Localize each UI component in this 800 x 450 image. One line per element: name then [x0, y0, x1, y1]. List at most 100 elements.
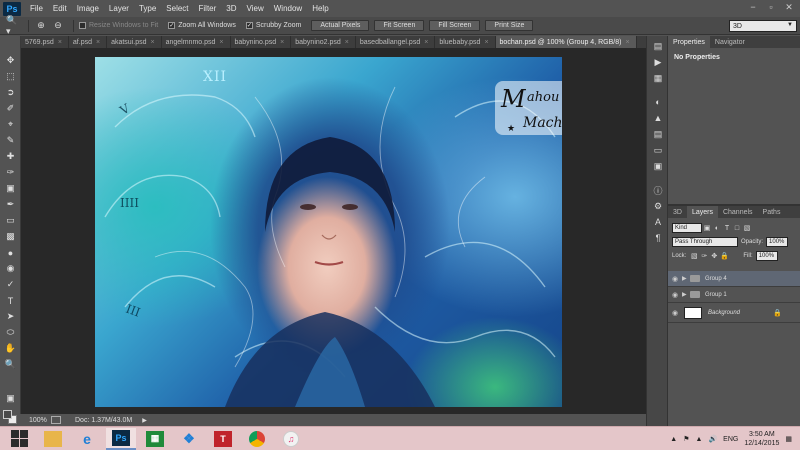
brush-tool-icon[interactable]: ✑ — [3, 166, 18, 179]
close-icon[interactable]: × — [484, 39, 488, 46]
close-icon[interactable]: × — [151, 39, 155, 46]
notifications-icon[interactable]: ▦ — [785, 435, 792, 443]
character-icon[interactable]: A — [651, 216, 665, 228]
chevron-right-icon[interactable]: ▶ — [142, 417, 147, 424]
foreground-color-swatch[interactable] — [3, 410, 12, 419]
tab-channels[interactable]: Channels — [718, 206, 758, 218]
file-explorer-taskbar-button[interactable] — [38, 428, 68, 450]
itunes-taskbar-button[interactable]: ♫ — [276, 428, 306, 450]
play-action-icon[interactable]: ▶ — [651, 56, 665, 68]
fill-input[interactable]: 100% — [755, 251, 778, 261]
clock[interactable]: 3:50 AM 12/14/2015 — [744, 430, 779, 448]
menu-select[interactable]: Select — [161, 4, 193, 13]
tab-paths[interactable]: Paths — [758, 206, 786, 218]
zoom-all-windows-checkbox[interactable]: ✓ Zoom All Windows — [168, 22, 236, 29]
print-size-button[interactable]: Print Size — [485, 20, 534, 31]
fit-screen-button[interactable]: Fit Screen — [374, 20, 425, 31]
type-tool-icon[interactable]: T — [3, 294, 18, 307]
zoom-in-icon[interactable]: ⊕ — [34, 20, 48, 32]
tab-af[interactable]: af.psd × — [69, 36, 108, 48]
lock-pixels-icon[interactable]: ✑ — [699, 252, 709, 260]
menu-window[interactable]: Window — [269, 4, 307, 13]
close-icon[interactable]: × — [96, 39, 100, 46]
photoshop-taskbar-button[interactable]: Ps — [106, 427, 136, 450]
close-icon[interactable]: × — [625, 39, 629, 46]
workspace-select[interactable]: 3D ▼ — [729, 20, 797, 32]
tab-layers[interactable]: Layers — [686, 206, 718, 218]
fill-screen-button[interactable]: Fill Screen — [429, 20, 481, 31]
lasso-tool-icon[interactable]: ➲ — [3, 86, 18, 99]
spreadsheet-taskbar-button[interactable]: ▦ — [140, 428, 170, 450]
zoom-level[interactable]: 100% — [29, 417, 51, 424]
tab-babynino[interactable]: babynino.psd × — [231, 36, 292, 48]
gradient-tool-icon[interactable]: ▩ — [3, 230, 18, 243]
chrome-taskbar-button[interactable] — [242, 428, 272, 450]
adjustment-filter-icon[interactable]: ◐ — [712, 225, 722, 232]
type-filter-icon[interactable]: T — [722, 225, 732, 232]
quick-select-tool-icon[interactable]: ✐ — [3, 102, 18, 115]
info-icon[interactable]: ⓘ — [651, 184, 665, 196]
close-icon[interactable]: × — [58, 39, 62, 46]
scrubby-zoom-checkbox[interactable]: ✓ Scrubby Zoom — [245, 22, 301, 29]
clone-stamp-tool-icon[interactable]: ▣ — [3, 182, 18, 195]
zoom-tool-icon[interactable]: 🔍▾ — [6, 15, 20, 36]
styles-icon[interactable]: ▲ — [651, 112, 665, 124]
actual-pixels-button[interactable]: Actual Pixels — [311, 20, 370, 31]
close-icon[interactable]: × — [345, 39, 349, 46]
shape-tool-icon[interactable]: ⬭ — [3, 326, 18, 339]
eyedropper-tool-icon[interactable]: ✎ — [3, 134, 18, 147]
crop-tool-icon[interactable]: ⌖ — [3, 118, 18, 131]
tab-bochan[interactable]: bochan.psd @ 100% (Group 4, RGB/8) × — [495, 36, 637, 48]
move-tool-icon[interactable]: ✥ — [3, 54, 18, 67]
layer-row-group-4[interactable]: ◉ ▶ Group 4 — [668, 271, 800, 287]
menu-edit[interactable]: Edit — [48, 4, 72, 13]
network-icon[interactable]: ▲ — [696, 436, 703, 443]
tab-angelmnmo[interactable]: angelmnmo.psd × — [162, 36, 231, 48]
tab-babynino2[interactable]: babynino2.psd × — [291, 36, 356, 48]
menu-layer[interactable]: Layer — [104, 4, 134, 13]
tab-akatsui[interactable]: akatsui.psd × — [107, 36, 162, 48]
language-indicator[interactable]: ENG — [723, 436, 738, 443]
chevron-up-icon[interactable]: ▲ — [670, 436, 677, 443]
volume-icon[interactable]: 🔊 — [708, 435, 717, 443]
opacity-input[interactable]: 100% — [766, 237, 789, 247]
document-canvas[interactable]: V IIII III XII M ahou Machine ★ ★ — [95, 57, 562, 407]
layer-row-background[interactable]: ◉ Background 🔒 — [668, 303, 800, 323]
color-icon[interactable]: ⚙ — [651, 200, 665, 212]
expand-triangle-icon[interactable]: ▶ — [682, 275, 690, 282]
minimize-button[interactable]: − — [744, 0, 762, 14]
menu-type[interactable]: Type — [134, 4, 161, 13]
adjustments-icon[interactable]: ◐ — [651, 96, 665, 108]
maximize-button[interactable]: ▫ — [762, 0, 780, 14]
zoom-tool-icon[interactable]: 🔍 — [3, 358, 18, 371]
dodge-tool-icon[interactable]: ◉ — [3, 262, 18, 275]
eye-icon[interactable]: ◉ — [668, 275, 682, 283]
tsuru-taskbar-button[interactable]: T — [208, 428, 238, 450]
eye-icon[interactable]: ◉ — [668, 309, 682, 317]
lock-position-icon[interactable]: ✥ — [709, 252, 719, 260]
color-swatches[interactable] — [3, 410, 18, 425]
canvas-area[interactable]: V IIII III XII M ahou Machine ★ ★ — [21, 48, 646, 414]
tool-preset-icon[interactable]: ▣ — [651, 160, 665, 172]
menu-3d[interactable]: 3D — [221, 4, 241, 13]
menu-help[interactable]: Help — [307, 4, 333, 13]
close-icon[interactable]: × — [219, 39, 223, 46]
lock-all-icon[interactable]: 🔒 — [719, 252, 729, 260]
close-icon[interactable]: × — [424, 39, 428, 46]
flag-icon[interactable]: ⚑ — [683, 435, 689, 443]
menu-file[interactable]: File — [25, 4, 48, 13]
close-icon[interactable]: × — [280, 39, 284, 46]
tab-3d[interactable]: 3D — [668, 206, 687, 218]
paragraph-icon[interactable]: ¶ — [651, 232, 665, 244]
smart-object-filter-icon[interactable]: ▧ — [742, 224, 752, 232]
zoom-out-icon[interactable]: ⊖ — [51, 20, 65, 32]
internet-explorer-taskbar-button[interactable]: e — [72, 428, 102, 450]
menu-filter[interactable]: Filter — [194, 4, 222, 13]
swatches-icon[interactable]: ▦ — [651, 72, 665, 84]
tab-navigator[interactable]: Navigator — [710, 36, 750, 48]
history-icon[interactable]: ▤ — [651, 40, 665, 52]
menu-image[interactable]: Image — [72, 4, 104, 13]
eye-icon[interactable]: ◉ — [668, 291, 682, 299]
shape-filter-icon[interactable]: □ — [732, 225, 742, 232]
lock-transparency-icon[interactable]: ▧ — [689, 252, 699, 260]
